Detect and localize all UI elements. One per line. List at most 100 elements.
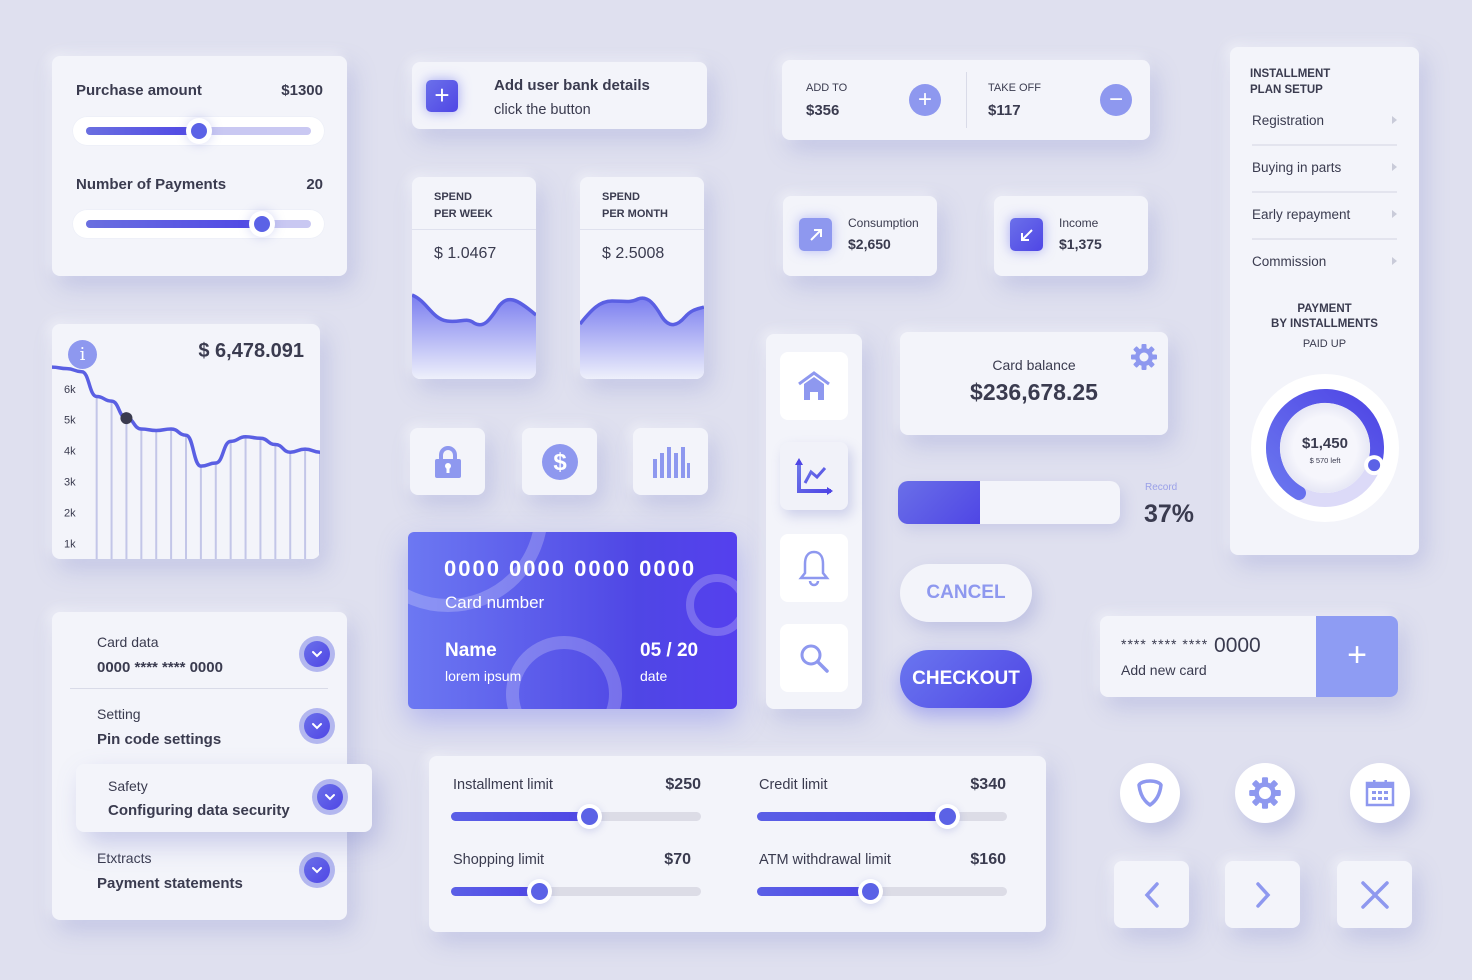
- installment-limit-slider[interactable]: [451, 808, 701, 825]
- expand-button[interactable]: [299, 636, 335, 672]
- menu-item-early-repayment[interactable]: Early repayment: [1252, 201, 1397, 247]
- slider-knob[interactable]: [190, 123, 207, 139]
- nav-home[interactable]: [780, 352, 848, 420]
- limit-value: $70: [664, 851, 691, 868]
- menu-item-commission[interactable]: Commission: [1252, 248, 1397, 294]
- divider: [1252, 238, 1397, 240]
- last-four-digits: 0000: [1214, 634, 1261, 657]
- chevron-down-icon: [304, 857, 330, 883]
- add-new-card: **** **** **** 0000 Add new card +: [1100, 616, 1398, 697]
- slider-knob[interactable]: [253, 216, 270, 232]
- accordion-item-title: Payment statements: [97, 875, 243, 892]
- y-tick-label: 4k: [64, 446, 76, 458]
- expand-button[interactable]: [312, 779, 348, 815]
- purchase-amount-slider[interactable]: [72, 116, 325, 146]
- calendar-icon: [1365, 780, 1395, 807]
- slider-fill: [86, 220, 262, 228]
- gear-icon[interactable]: [1130, 343, 1158, 371]
- decorative-ring: [506, 636, 622, 709]
- payments-count-slider[interactable]: [72, 209, 325, 239]
- balance-chart-card: i $ 6,478.091 6k 5k 4k 3k 2k 1k: [52, 324, 320, 559]
- menu-item-buying-in-parts[interactable]: Buying in parts: [1252, 154, 1397, 200]
- bar-chart-icon: [652, 446, 690, 478]
- menu-item-label: Early repayment: [1252, 207, 1351, 222]
- masked-card-number: **** **** **** 0000: [1121, 634, 1261, 658]
- accordion-item-subtitle: Etxtracts: [97, 850, 152, 866]
- shopping-limit-slider[interactable]: [451, 883, 701, 900]
- add-new-card-label: Add new card: [1121, 662, 1207, 678]
- stat-value: $1,375: [1059, 236, 1102, 252]
- add-bank-button[interactable]: +: [426, 80, 458, 112]
- previous-button[interactable]: [1114, 861, 1189, 928]
- title-line: PAYMENT: [1297, 303, 1352, 315]
- arrow-down-left-icon: [1010, 218, 1043, 251]
- slider-knob[interactable]: [580, 808, 598, 825]
- close-icon: [1360, 880, 1389, 909]
- next-button[interactable]: [1225, 861, 1300, 928]
- donut-knob-dot: [1368, 459, 1381, 472]
- checkout-button[interactable]: CHECKOUT: [900, 650, 1032, 708]
- nav-analytics[interactable]: [780, 442, 848, 510]
- accordion-item-subtitle: Safety: [108, 778, 148, 794]
- statistics-button[interactable]: [633, 428, 708, 495]
- decorative-ring: [686, 574, 737, 636]
- security-button[interactable]: [1120, 763, 1180, 823]
- y-tick-label: 2k: [64, 508, 76, 520]
- line-chart: 6k 5k 4k 3k 2k 1k: [52, 365, 320, 559]
- spend-value: $ 1.0467: [434, 245, 497, 262]
- accordion-item-safety[interactable]: Safety Configuring data security: [76, 764, 372, 832]
- home-icon: [798, 371, 830, 400]
- expand-button[interactable]: [299, 708, 335, 744]
- atm-limit-slider[interactable]: [757, 883, 1007, 900]
- accordion-item-subtitle: Setting: [97, 706, 141, 722]
- credit-card[interactable]: 0000 0000 0000 0000 Card number Name lor…: [408, 532, 737, 709]
- credit-limit-slider[interactable]: [757, 808, 1007, 825]
- add-button[interactable]: +: [909, 84, 941, 116]
- settings-button[interactable]: [1235, 763, 1295, 823]
- payment-by-installments-title: PAYMENT BY INSTALLMENTS: [1230, 302, 1419, 332]
- consumption-card: Consumption $2,650: [783, 196, 937, 276]
- slider-knob[interactable]: [861, 883, 879, 900]
- nav-notifications[interactable]: [780, 534, 848, 602]
- svg-text:$: $: [553, 449, 567, 476]
- add-bank-subtitle: click the button: [494, 102, 591, 118]
- sparkline-area: [580, 298, 704, 379]
- spend-week-card: SPEND PER WEEK $ 1.0467: [412, 177, 536, 379]
- chevron-right-icon: [1392, 257, 1397, 265]
- panel-title-line: PLAN SETUP: [1250, 84, 1323, 96]
- highlighted-point[interactable]: [120, 412, 133, 425]
- record-label: Record: [1145, 482, 1178, 493]
- shield-icon: [1137, 779, 1163, 807]
- close-button[interactable]: [1337, 861, 1412, 928]
- spend-title: SPEND PER WEEK: [434, 189, 493, 223]
- cancel-button[interactable]: CANCEL: [900, 564, 1032, 622]
- card-number: 0000 0000 0000 0000: [444, 556, 697, 581]
- purchase-amount-label: Purchase amount: [76, 82, 202, 99]
- spend-value: $ 2.5008: [602, 245, 665, 262]
- nav-search[interactable]: [780, 624, 848, 692]
- slider-knob[interactable]: [939, 808, 956, 825]
- accordion-item-extracts[interactable]: Etxtracts Payment statements: [52, 850, 347, 920]
- subtract-button[interactable]: −: [1100, 84, 1132, 116]
- payments-count-label: Number of Payments: [76, 176, 227, 193]
- slider-knob[interactable]: [530, 883, 548, 900]
- menu-item-label: Registration: [1252, 113, 1325, 128]
- installment-plan-panel: INSTALLMENT PLAN SETUP Registration Buyin…: [1230, 47, 1419, 555]
- accordion-item-card-data[interactable]: Card data 0000 **** **** 0000: [52, 634, 347, 704]
- limit-label: ATM withdrawal limit: [759, 852, 891, 868]
- slider-fill: [757, 887, 870, 896]
- slider-fill: [757, 812, 947, 821]
- divider: [412, 229, 536, 230]
- expand-button[interactable]: [299, 852, 335, 888]
- card-balance-card: Card balance $236,678.25: [900, 332, 1168, 435]
- divider: [580, 229, 704, 230]
- lock-button[interactable]: [410, 428, 485, 495]
- menu-item-registration[interactable]: Registration: [1252, 107, 1397, 153]
- calendar-button[interactable]: [1350, 763, 1410, 823]
- accordion-item-title: Configuring data security: [108, 802, 290, 819]
- card-expiry-label: date: [640, 668, 668, 684]
- panel-title: INSTALLMENT PLAN SETUP: [1250, 66, 1330, 98]
- add-card-button[interactable]: +: [1316, 616, 1398, 697]
- minus-icon: −: [1108, 86, 1123, 113]
- payment-button[interactable]: $: [522, 428, 597, 495]
